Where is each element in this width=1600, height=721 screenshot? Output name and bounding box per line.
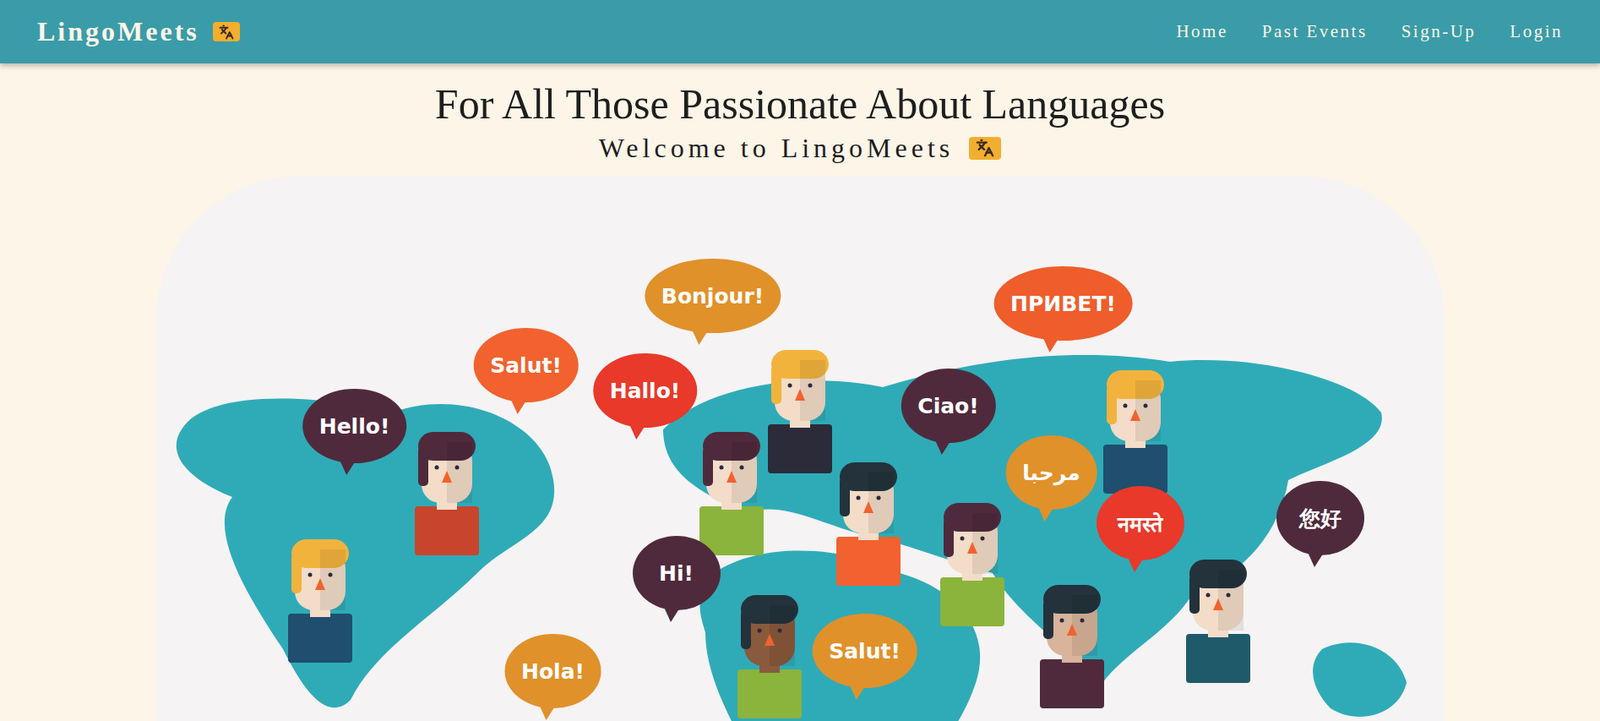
person-figure — [1039, 584, 1105, 708]
speech-bubble: Hola! — [504, 633, 602, 708]
navbar: LingoMeets Home Past Events Sign-Up Login — [0, 0, 1600, 64]
person-figure — [1103, 370, 1168, 494]
brand[interactable]: LingoMeets — [37, 16, 240, 48]
person-figure — [414, 431, 479, 556]
speech-bubble: Hello! — [302, 388, 408, 463]
person-figure — [699, 431, 764, 556]
speech-bubble: Ciao! — [900, 368, 996, 443]
translate-icon — [212, 21, 240, 42]
hero-subtitle: Welcome to LingoMeets — [598, 132, 1002, 164]
brand-name[interactable]: LingoMeets — [37, 16, 200, 48]
world-map — [175, 354, 1406, 721]
person-figure — [737, 594, 802, 719]
translate-icon — [968, 136, 1002, 160]
person-figure — [940, 502, 1005, 626]
nav-links: Home Past Events Sign-Up Login — [1175, 21, 1563, 43]
speech-bubble: 您好 — [1276, 480, 1365, 556]
person-figure — [1186, 559, 1251, 683]
speech-bubble: Salut! — [811, 613, 918, 688]
nav-link[interactable]: Past Events — [1262, 21, 1368, 43]
person-figure — [288, 538, 353, 663]
speech-bubble: Salut! — [473, 327, 579, 403]
hero: For All Those Passionate About Languages… — [0, 63, 1600, 164]
speech-bubble: Hallo! — [593, 353, 698, 428]
speech-bubble: Bonjour! — [644, 258, 781, 333]
speech-bubble: مرحبا — [1005, 435, 1098, 510]
speech-bubble: ПРИВЕТ! — [993, 266, 1133, 341]
person-figure — [767, 349, 833, 474]
hero-title: For All Those Passionate About Languages — [435, 78, 1165, 130]
nav-link[interactable]: Sign-Up — [1401, 21, 1477, 43]
person-figure — [836, 462, 901, 586]
speech-bubble: नमस्ते — [1096, 485, 1185, 561]
illustration: Hello! Salut! Bonjour! Hallo! Ciao! ПРИВЕТ! مر… — [156, 175, 1445, 721]
speech-bubble: Hi! — [632, 535, 721, 610]
nav-link[interactable]: Login — [1509, 21, 1563, 43]
page: LingoMeets Home Past Events Sign-Up Login For… — [0, 0, 1600, 721]
nav-link[interactable]: Home — [1175, 21, 1228, 43]
